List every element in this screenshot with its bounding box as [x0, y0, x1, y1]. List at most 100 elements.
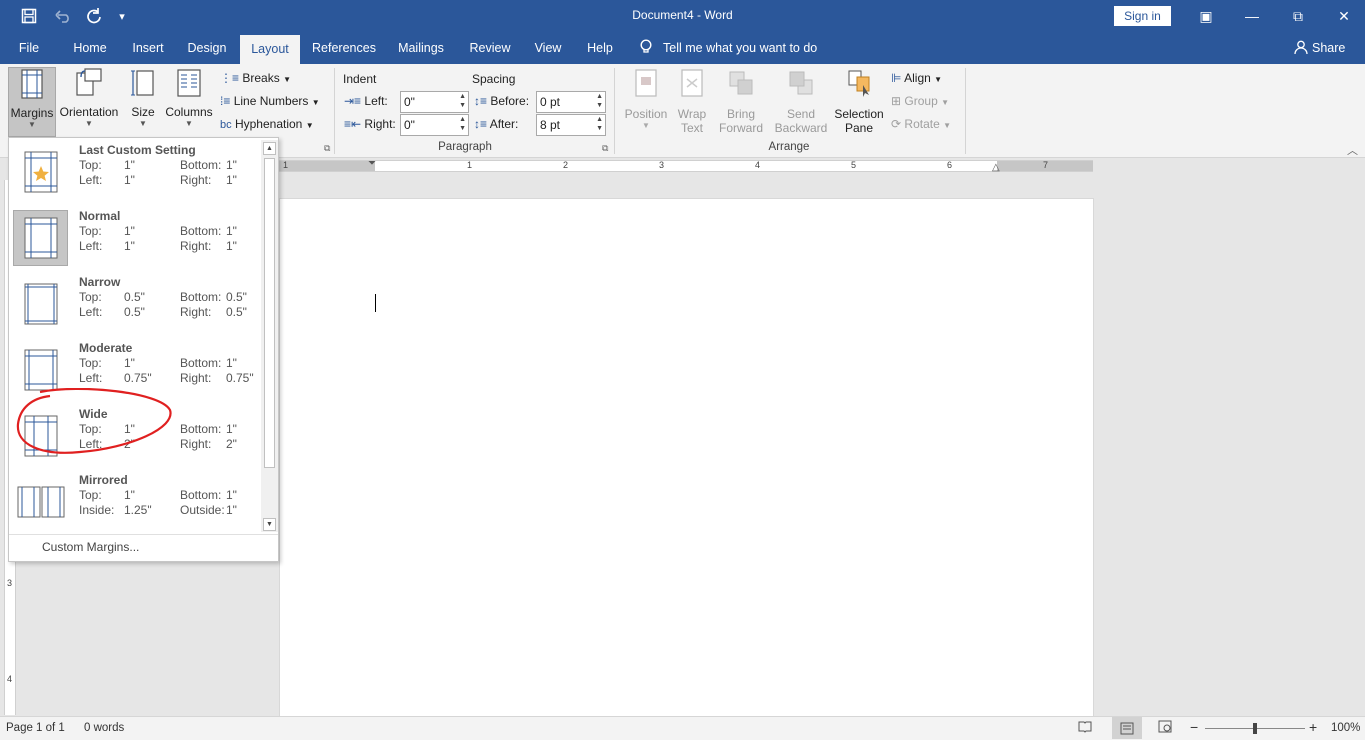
- margins-button[interactable]: Margins ▼: [8, 67, 56, 137]
- tab-references[interactable]: References: [307, 32, 381, 64]
- chevron-down-icon: ▼: [28, 120, 36, 129]
- ruler-number: 3: [659, 160, 665, 170]
- normal-margins-icon: [24, 217, 57, 259]
- margin-option-last-custom[interactable]: Last Custom Setting Top: 1" Bottom: 1" L…: [12, 140, 260, 202]
- right-indent-marker[interactable]: △: [992, 162, 1000, 173]
- spin-arrows-icon[interactable]: ▲ ▼: [596, 92, 603, 110]
- horizontal-ruler[interactable]: 1 1 2 3 4 5 6 7 ⏷ △: [279, 158, 1093, 173]
- spacing-after-input[interactable]: 8 pt ▲ ▼: [536, 114, 606, 136]
- restore-icon[interactable]: ⧉: [1275, 0, 1321, 32]
- line-numbers-button[interactable]: ⁞≡ Line Numbers ▼: [220, 91, 320, 111]
- margins-dropdown: Last Custom Setting Top: 1" Bottom: 1" L…: [8, 137, 279, 562]
- minimize-icon[interactable]: —: [1229, 0, 1275, 32]
- spin-arrows-icon[interactable]: ▲ ▼: [459, 115, 466, 133]
- chevron-down-icon: ▼: [185, 119, 193, 128]
- print-layout-icon[interactable]: [1112, 717, 1142, 739]
- web-layout-icon[interactable]: [1158, 720, 1172, 736]
- ruler-number: 1: [467, 160, 473, 170]
- position-label: Position: [624, 107, 668, 121]
- margin-label: Right:: [180, 371, 212, 385]
- rotate-label: Rotate: [904, 117, 940, 131]
- align-button[interactable]: ⊫ Align ▼: [891, 68, 942, 88]
- tab-design[interactable]: Design: [180, 32, 234, 64]
- margin-option-mirrored[interactable]: Mirrored Top: 1" Bottom: 1" Inside: 1.25…: [12, 470, 260, 532]
- page-size-icon: [131, 70, 154, 96]
- tab-insert[interactable]: Insert: [124, 32, 172, 64]
- selection-pane-button[interactable]: Selection Pane: [832, 67, 886, 137]
- indent-left-icon: ⇥≡: [344, 94, 362, 108]
- selection-pane-label-1: Selection: [834, 107, 884, 121]
- margin-label: Outside:: [180, 503, 225, 517]
- margin-value: 0.75": [124, 371, 152, 385]
- indent-heading: Indent: [343, 72, 377, 86]
- columns-label: Columns: [165, 105, 213, 119]
- zoom-level[interactable]: 100%: [1331, 722, 1360, 734]
- position-button[interactable]: Position ▼: [622, 67, 670, 137]
- first-line-indent-marker[interactable]: ⏷: [368, 158, 376, 169]
- bring-forward-label-2: Forward: [718, 121, 763, 135]
- breaks-button[interactable]: ⋮≡ Breaks ▼: [220, 68, 291, 88]
- send-backward-label-1: Send: [786, 107, 816, 121]
- spin-arrows-icon[interactable]: ▲ ▼: [596, 115, 603, 133]
- page-setup-launcher-icon[interactable]: ⧉: [324, 143, 330, 154]
- indent-right-input[interactable]: 0" ▲ ▼: [400, 114, 469, 136]
- margin-label: Top:: [79, 356, 102, 370]
- share-button[interactable]: Share: [1294, 32, 1345, 64]
- ruler-number: 5: [851, 160, 857, 170]
- tab-file[interactable]: File: [10, 32, 48, 64]
- margin-value: 0.5": [124, 305, 145, 319]
- bring-forward-button[interactable]: Bring Forward: [712, 67, 770, 137]
- zoom-slider-thumb[interactable]: [1253, 723, 1257, 734]
- person-icon: [1294, 40, 1308, 55]
- margin-value: 1": [124, 488, 135, 502]
- align-label: Align: [904, 71, 931, 85]
- send-backward-label-2: Backward: [774, 121, 828, 135]
- tab-layout[interactable]: Layout: [240, 35, 300, 64]
- share-label: Share: [1312, 41, 1346, 55]
- margin-label: Left:: [79, 305, 103, 319]
- margin-label: Top:: [79, 224, 102, 238]
- tab-view[interactable]: View: [527, 32, 569, 64]
- tab-mailings[interactable]: Mailings: [391, 32, 451, 64]
- dropdown-scrollbar[interactable]: ▲ ▼: [261, 140, 278, 532]
- margin-label: Right:: [180, 239, 212, 253]
- spin-arrows-icon[interactable]: ▲ ▼: [459, 92, 466, 110]
- tab-help[interactable]: Help: [579, 32, 621, 64]
- collapse-ribbon-icon[interactable]: ︿: [1347, 142, 1358, 158]
- zoom-in-button[interactable]: +: [1309, 719, 1317, 735]
- scroll-down-icon[interactable]: ▼: [263, 518, 276, 531]
- word-count[interactable]: 0 words: [84, 722, 124, 734]
- send-backward-button[interactable]: Send Backward: [770, 67, 832, 137]
- orientation-button[interactable]: Orientation ▼: [58, 67, 120, 137]
- margin-label: Bottom:: [180, 224, 222, 238]
- page-count[interactable]: Page 1 of 1: [6, 722, 65, 734]
- read-mode-icon[interactable]: [1078, 720, 1092, 736]
- close-icon[interactable]: ✕: [1321, 0, 1365, 32]
- margin-option-normal[interactable]: Normal Top: 1" Bottom: 1" Left: 1" Right…: [12, 206, 260, 268]
- group-separator: [614, 68, 615, 154]
- ribbon-display-icon[interactable]: ▣: [1183, 0, 1229, 32]
- hyphenation-label: Hyphenation: [234, 117, 303, 131]
- narrow-margins-icon: [24, 283, 57, 325]
- margin-option-narrow[interactable]: Narrow Top: 0.5" Bottom: 0.5" Left: 0.5"…: [12, 272, 260, 334]
- tab-review[interactable]: Review: [461, 32, 519, 64]
- columns-icon: [177, 69, 201, 97]
- sign-in-button[interactable]: Sign in: [1114, 6, 1171, 26]
- scroll-up-icon[interactable]: ▲: [263, 142, 276, 155]
- paragraph-launcher-icon[interactable]: ⧉: [602, 143, 608, 154]
- custom-margins-item[interactable]: Custom Margins...: [9, 534, 278, 562]
- wrap-text-button[interactable]: Wrap Text: [672, 67, 712, 137]
- spacing-heading: Spacing: [472, 72, 516, 86]
- indent-left-input[interactable]: 0" ▲ ▼: [400, 91, 469, 113]
- scrollbar-thumb[interactable]: [264, 158, 275, 468]
- columns-button[interactable]: Columns ▼: [164, 67, 214, 137]
- zoom-out-button[interactable]: −: [1190, 719, 1198, 735]
- group-button[interactable]: ⊞ Group ▼: [891, 91, 949, 111]
- spacing-before-input[interactable]: 0 pt ▲ ▼: [536, 91, 606, 113]
- size-button[interactable]: Size ▼: [124, 67, 162, 137]
- hyphenation-button[interactable]: bc Hyphenation ▼: [220, 114, 314, 134]
- document-page[interactable]: [279, 198, 1094, 718]
- tab-home[interactable]: Home: [64, 32, 116, 64]
- tell-me-search[interactable]: Tell me what you want to do: [639, 32, 817, 64]
- rotate-button[interactable]: ⟳ Rotate ▼: [891, 114, 951, 134]
